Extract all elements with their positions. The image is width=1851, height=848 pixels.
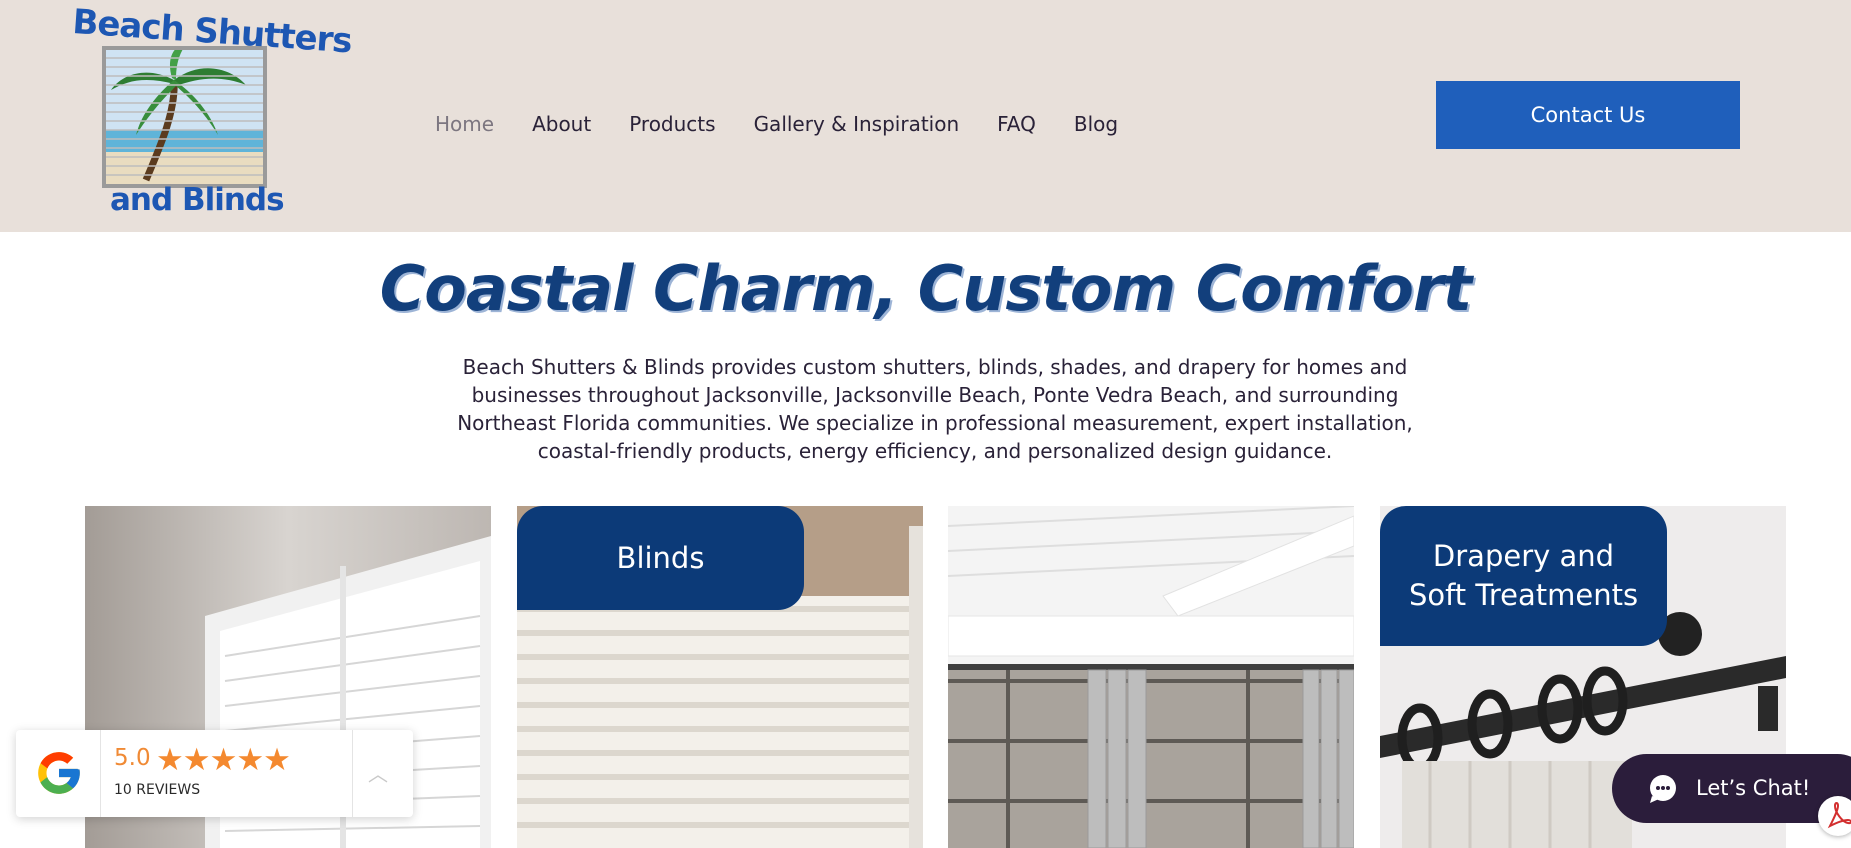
nav-blog[interactable]: Blog: [1074, 112, 1118, 142]
nav-products[interactable]: Products: [629, 112, 715, 142]
rating-stars: ★★★★★: [156, 742, 291, 778]
contact-us-button[interactable]: Contact Us: [1436, 81, 1740, 149]
product-card-blinds[interactable]: Blinds: [517, 506, 923, 848]
chat-label: Let’s Chat!: [1696, 776, 1811, 800]
chat-bubble-icon: [1650, 775, 1676, 803]
card-label-drapery: Drapery and Soft Treatments: [1380, 506, 1667, 646]
nav-home[interactable]: Home: [435, 112, 494, 142]
nav-faq[interactable]: FAQ: [997, 112, 1036, 142]
chevron-up-icon[interactable]: ︿: [368, 758, 388, 787]
product-card-shades[interactable]: [948, 506, 1354, 848]
logo-text-bottom: and Blinds: [110, 182, 285, 218]
review-count: 10 REVIEWS: [114, 782, 201, 798]
logo-window-image: [102, 46, 267, 188]
hero-title: Coastal Charm, Custom Comfort: [379, 252, 1472, 325]
pdf-glyph-icon: [1827, 802, 1851, 829]
logo[interactable]: Beach Shutters and Blinds: [70, 0, 353, 222]
site-header: Beach Shutters and Blinds Home About Pro…: [0, 0, 1851, 232]
chat-button[interactable]: Let’s Chat!: [1612, 754, 1851, 823]
main-nav: Home About Products Gallery & Inspiratio…: [435, 112, 1156, 142]
curtains-image: [948, 506, 1354, 848]
google-icon: [38, 752, 80, 794]
divider: [352, 730, 353, 817]
nav-about[interactable]: About: [532, 112, 591, 142]
card-label-blinds: Blinds: [517, 506, 804, 610]
rating-score: 5.0: [114, 745, 151, 771]
pdf-icon[interactable]: [1818, 796, 1851, 836]
divider: [100, 730, 101, 817]
google-reviews-widget[interactable]: 5.0 ★★★★★ 10 REVIEWS ︿: [16, 730, 413, 817]
nav-gallery[interactable]: Gallery & Inspiration: [754, 112, 960, 142]
hero-description: Beach Shutters & Blinds provides custom …: [457, 355, 1413, 463]
